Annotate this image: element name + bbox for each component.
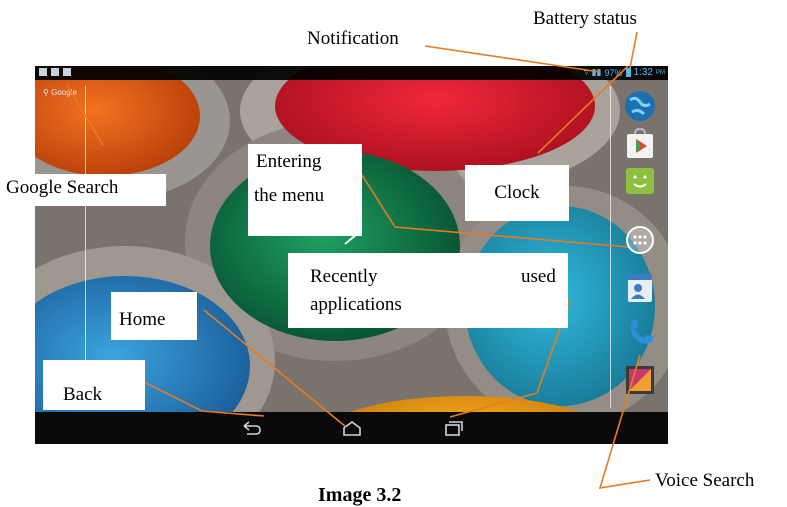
back-icon[interactable] — [240, 419, 262, 437]
entering-menu-line1: Entering — [256, 151, 322, 172]
entering-menu-line2: the menu — [254, 185, 325, 206]
google-search-label: Google Search — [6, 174, 166, 206]
gallery-icon[interactable] — [624, 364, 656, 396]
battery-status-label: Battery status — [533, 8, 637, 29]
android-icon[interactable] — [624, 164, 656, 196]
notification-icons[interactable] — [39, 68, 71, 76]
status-bar: ▿ ▮▮ 97% 1:32 PM — [35, 66, 668, 80]
home-label: Home — [111, 292, 197, 340]
notification-image-icon — [39, 68, 47, 76]
recent-apps-label: Recently used applications — [288, 253, 568, 328]
recent-apps-line2: applications — [310, 294, 402, 315]
callout-battery — [629, 31, 638, 69]
battery-icon — [625, 68, 631, 77]
app-dock — [620, 90, 664, 408]
wifi-icon: ▿ — [584, 67, 589, 77]
recent-apps-icon[interactable] — [442, 419, 464, 437]
status-clock-suffix: PM — [656, 69, 665, 76]
battery-percent: 97% — [604, 67, 623, 78]
clock-label: Clock — [465, 165, 569, 221]
google-search-widget[interactable]: ⚲ Google — [43, 88, 77, 97]
notification-usb-icon — [51, 68, 59, 76]
search-widget-label: Google — [51, 88, 77, 97]
signal-icon: ▮▮ — [591, 67, 602, 77]
entering-menu-label: Entering the menu — [248, 144, 362, 236]
app-drawer-icon[interactable] — [624, 224, 656, 256]
notification-download-icon — [63, 68, 71, 76]
globe-icon[interactable] — [624, 90, 656, 122]
play-store-icon[interactable] — [624, 128, 656, 160]
home-icon[interactable] — [341, 419, 363, 437]
status-clock: 1:32 — [633, 67, 653, 78]
recent-apps-line1a: Recently — [310, 266, 378, 287]
back-label: Back — [43, 360, 145, 410]
voice-search-label: Voice Search — [655, 470, 755, 491]
workspace-right-guide — [610, 86, 611, 408]
notification-label: Notification — [307, 28, 399, 49]
search-icon: ⚲ — [43, 88, 49, 97]
contacts-icon[interactable] — [624, 272, 656, 304]
recent-apps-line1b: used — [521, 266, 556, 287]
figure-caption: Image 3.2 — [318, 484, 402, 506]
navigation-bar — [35, 412, 668, 444]
system-status[interactable]: ▿ ▮▮ 97% 1:32 PM — [584, 67, 665, 78]
phone-icon[interactable] — [624, 316, 656, 348]
